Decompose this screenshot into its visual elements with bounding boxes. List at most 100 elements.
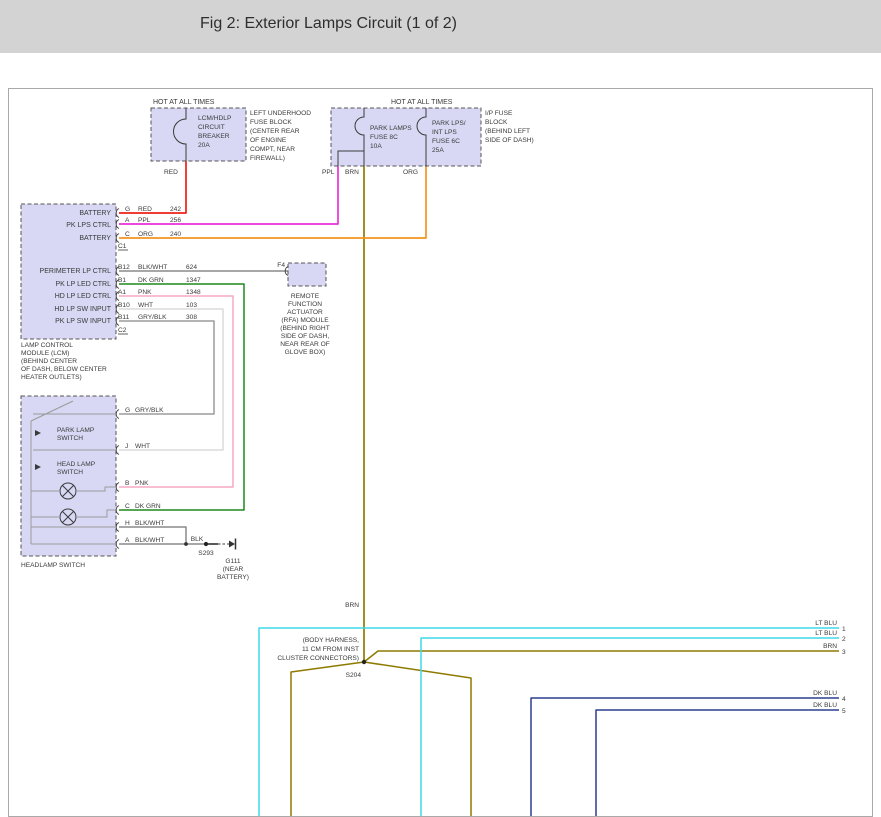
switch-pin: A	[125, 537, 130, 544]
lcm-fn: BATTERY	[79, 210, 111, 217]
ground-g111-caption: (NEAR	[223, 566, 244, 573]
breaker-name: LCM/HDLP	[198, 115, 232, 122]
lcm-circuit-number: 624	[186, 264, 197, 271]
lead-wire-color: LT BLU	[815, 620, 837, 627]
rfa-box	[288, 263, 326, 286]
lcm-pin: B1	[118, 277, 126, 284]
junction-dot	[184, 542, 188, 546]
lcm-circuit-number: 240	[170, 231, 181, 238]
figure-title: Fig 2: Exterior Lamps Circuit (1 of 2)	[200, 15, 457, 33]
lcm-wire-color: PNK	[138, 289, 152, 296]
fuse-left-location: OF ENGINE	[250, 137, 287, 144]
lcm-pin: B11	[118, 314, 130, 321]
pin-arc	[116, 483, 119, 492]
breaker-name: CIRCUIT	[198, 124, 225, 131]
switch-wire-color: GRY/BLK	[135, 407, 164, 414]
ip-block-location: I/P FUSE	[485, 110, 513, 117]
switch-pin-labels: G GRY/BLK J WHT B PNK C DK GRN H BLK/WHT…	[125, 407, 164, 544]
switch-wire-color: BLK/WHT	[135, 537, 164, 544]
wire-brn-lead-3	[364, 651, 839, 662]
switch-wire-color: WHT	[135, 443, 150, 450]
lcm-pin: G	[125, 206, 130, 213]
lcm-circuit-number: 256	[170, 217, 181, 224]
lcm-caption: OF DASH, BELOW CENTER	[21, 366, 107, 373]
lcm-fn: PK LP SW INPUT	[55, 318, 112, 325]
connector-c1-label: C1	[118, 243, 127, 250]
pin-arc	[116, 540, 119, 549]
lcm-pin: A	[125, 217, 130, 224]
lcm-caption: HEATER OUTLETS)	[21, 374, 82, 381]
lcm-pin: C	[125, 231, 130, 238]
switch-pin: C	[125, 503, 130, 510]
lead-wire-color: BRN	[823, 643, 837, 650]
pin-arc	[116, 220, 119, 229]
switch-pin: G	[125, 407, 130, 414]
hot-label-ip: HOT AT ALL TIMES	[391, 99, 453, 106]
wire-ltblu-lead-2	[421, 638, 839, 816]
figure-title-bar: Fig 2: Exterior Lamps Circuit (1 of 2)	[0, 0, 881, 53]
fuse-left-location: COMPT, NEAR	[250, 146, 295, 153]
switch-pin-connectors	[116, 410, 119, 549]
rfa-caption: NEAR REAR OF	[280, 341, 329, 348]
rfa-caption: (RFA) MODULE	[281, 317, 329, 324]
ground-g111-caption: BATTERY)	[217, 574, 249, 581]
pin-arc	[116, 523, 119, 532]
switch-pin: H	[125, 520, 130, 527]
wire-ppl-256	[119, 166, 338, 224]
breaker-name: BREAKER	[198, 133, 230, 140]
wire-label-brn: BRN	[345, 169, 359, 176]
lcm-wire-color: DK GRN	[138, 277, 164, 284]
rfa-pin-f4: F4	[277, 262, 285, 269]
headlamp-switch-caption: HEADLAMP SWITCH	[21, 562, 85, 569]
wire-dkblu-lead-5	[596, 710, 839, 816]
pin-arc	[116, 446, 119, 455]
diagram-frame: HOT AT ALL TIMES LCM/HDLP CIRCUIT BREAKE…	[8, 88, 873, 817]
ip-block-location: BLOCK	[485, 119, 508, 126]
wire-label-ppl: PPL	[322, 169, 335, 176]
lead-labels: LT BLU 1 LT BLU 2 BRN 3 DK BLU 4 DK BLU …	[813, 620, 846, 715]
lcm-wire-color: WHT	[138, 302, 153, 309]
wire-org-240	[119, 166, 426, 238]
s204-note: (BODY HARNESS,	[303, 637, 359, 644]
lcm-wire-color: PPL	[138, 217, 151, 224]
lcm-caption: MODULE (LCM)	[21, 350, 69, 357]
headlamp-switch-box	[21, 396, 116, 556]
lead-number: 3	[842, 649, 846, 656]
lead-number: 1	[842, 626, 846, 633]
lcm-fn: PK LP LED CTRL	[55, 281, 111, 288]
splice-s293-dot	[204, 542, 208, 546]
wire-label-org: ORG	[403, 169, 418, 176]
rfa-caption: SIDE OF DASH,	[281, 333, 330, 340]
lcm-circuit-number: 1348	[186, 289, 201, 296]
s204-note: 11 CM FROM INST	[302, 646, 359, 653]
lcm-wire-color: RED	[138, 206, 152, 213]
lead-wire-color: DK BLU	[813, 690, 837, 697]
wire-wht-103	[119, 309, 223, 450]
fuse-6c-label: PARK LPS/	[432, 120, 466, 127]
lcm-fn: PK LPS CTRL	[66, 222, 111, 229]
lcm-circuit-number: 308	[186, 314, 197, 321]
fuse-8c-label: FUSE 8C	[370, 134, 398, 141]
lcm-wire-color: ORG	[138, 231, 153, 238]
ip-block-location: SIDE OF DASH)	[485, 137, 534, 144]
wire-pnk-1348	[119, 296, 233, 487]
splice-s204-label: S204	[346, 672, 362, 679]
lcm-pin: B10	[118, 302, 130, 309]
wiring-diagram: HOT AT ALL TIMES LCM/HDLP CIRCUIT BREAKE…	[9, 89, 872, 816]
pin-arc	[116, 209, 119, 218]
lcm-circuit-number: 103	[186, 302, 197, 309]
lcm-fn: BATTERY	[79, 235, 111, 242]
wire-label-brn-mid: BRN	[345, 602, 359, 609]
splice-s204-dot	[362, 660, 366, 664]
wire-brn-branch-left	[291, 662, 364, 816]
lcm-wire-color: GRY/BLK	[138, 314, 167, 321]
fuse-left-location: FIREWALL)	[250, 155, 285, 162]
wire-label-red: RED	[164, 169, 178, 176]
lead-wire-color: DK BLU	[813, 702, 837, 709]
fuse-6c-rating: 25A	[432, 147, 444, 154]
fuse-6c-label: FUSE 6C	[432, 138, 460, 145]
pin-arc	[116, 234, 119, 243]
rfa-caption: GLOVE BOX)	[285, 349, 326, 356]
switch-pin: B	[125, 480, 130, 487]
wire-label-blk: BLK	[191, 536, 204, 543]
